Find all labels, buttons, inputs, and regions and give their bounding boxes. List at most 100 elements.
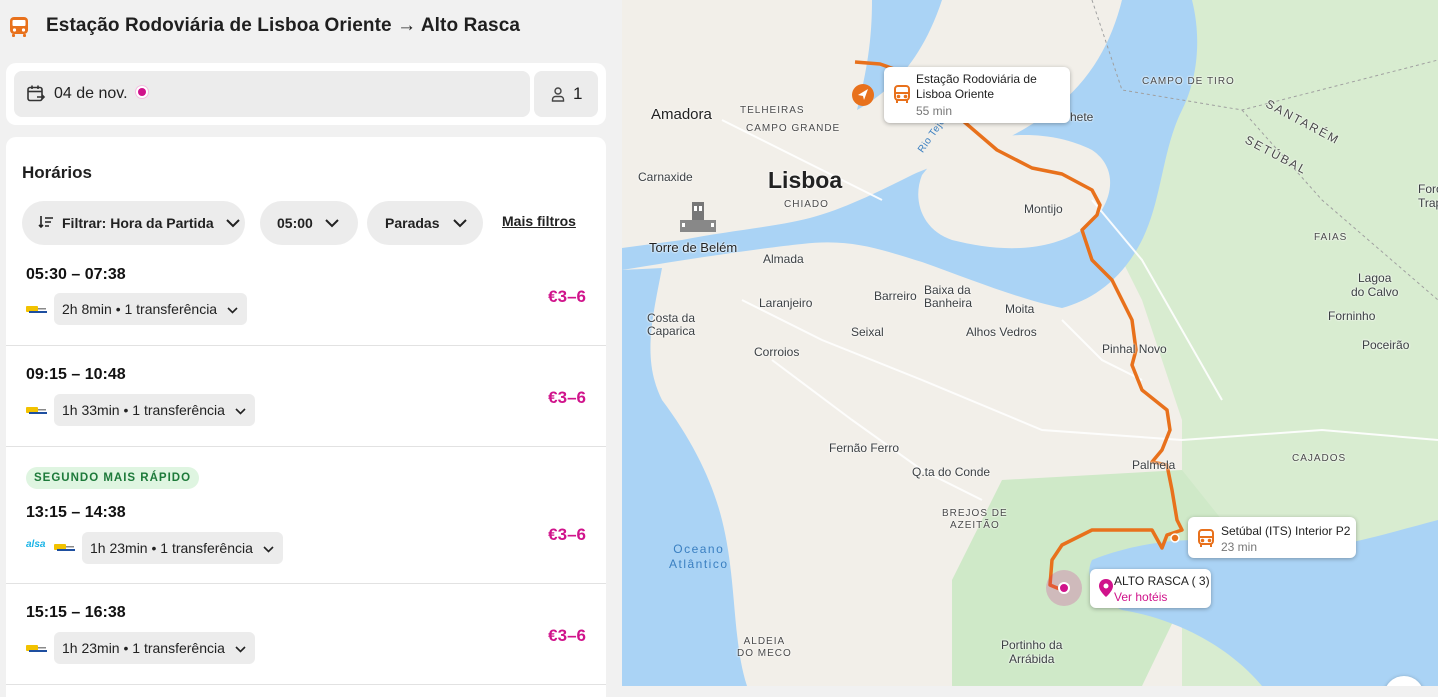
transfer-name: Setúbal (ITS) Interior P2 bbox=[1221, 524, 1351, 538]
map-label-moita: Moita bbox=[1005, 302, 1035, 316]
destination-callout[interactable]: ALTO RASCA ( 3) Ver hotéis bbox=[1090, 569, 1211, 608]
map-label-faias: FAIAS bbox=[1314, 232, 1348, 243]
trip-price: €3–6 bbox=[548, 287, 586, 306]
route-header: Estação Rodoviária de Lisboa Oriente → A… bbox=[0, 0, 622, 58]
map-label-oceano: Oceano Atlântico bbox=[669, 542, 729, 571]
map-label-seixal: Seixal bbox=[851, 325, 884, 339]
map-label-palmela: Palmela bbox=[1132, 458, 1176, 472]
map-label-barreiro: Barreiro bbox=[874, 289, 917, 303]
sort-filter-chip[interactable]: Filtrar: Hora da Partida bbox=[22, 201, 245, 245]
time-filter-label: 05:00 bbox=[277, 215, 313, 231]
chevron-down-icon bbox=[453, 215, 468, 231]
map-label-aldeia-meco: ALDEIA DO MECO bbox=[737, 636, 792, 659]
more-filters-link[interactable]: Mais filtros bbox=[502, 213, 576, 229]
date-value: 04 de nov. bbox=[54, 85, 128, 102]
calendar-arrows-icon bbox=[26, 84, 46, 109]
trip-price: €3–6 bbox=[548, 525, 586, 544]
map-label-laranjeiro: Laranjeiro bbox=[759, 296, 813, 310]
map-label-carnaxide: Carnaxide bbox=[638, 170, 693, 184]
stops-filter-label: Paradas bbox=[385, 215, 440, 231]
map-label-partial: hete bbox=[1070, 110, 1094, 124]
search-bar: 04 de nov. 1 bbox=[6, 63, 606, 125]
tower-landmark-icon bbox=[678, 198, 718, 241]
map-label-brejos-azeitao: BREJOS DE AZEITÃO bbox=[942, 508, 1008, 531]
map-label-chiado: CHIADO bbox=[784, 199, 829, 210]
route-map[interactable]: Amadora TELHEIRAS CAMPO GRANDE Carnaxide… bbox=[622, 0, 1438, 686]
alsa-logo: alsa bbox=[26, 539, 46, 550]
chevron-down-icon bbox=[227, 301, 238, 317]
fastest-badge: SEGUNDO MAIS RÁPIDO bbox=[26, 467, 200, 489]
map-label-portinho: Portinho da Arrábida bbox=[1001, 638, 1063, 666]
trip-times: 13:15 – 14:38 bbox=[26, 504, 126, 521]
bus-icon bbox=[8, 16, 30, 38]
trip-row[interactable]: SEGUNDO MAIS RÁPIDO 13:15 – 14:38 alsa 1… bbox=[6, 447, 606, 584]
transfer-callout[interactable]: Setúbal (ITS) Interior P2 23 min bbox=[1188, 517, 1356, 558]
operator-logo-icon bbox=[26, 642, 48, 660]
map-label-corroios: Corroios bbox=[754, 345, 800, 359]
map-label-poceirao: Poceirão bbox=[1362, 338, 1410, 352]
map-label-forninho: Forninho bbox=[1328, 309, 1376, 323]
results-panel: Estação Rodoviária de Lisboa Oriente → A… bbox=[0, 0, 622, 697]
passengers-selector[interactable]: 1 bbox=[534, 71, 598, 117]
chevron-down-icon bbox=[325, 215, 339, 231]
chevron-down-icon bbox=[235, 640, 246, 656]
trip-row[interactable]: 15:15 – 16:38 1h 23min • 1 transferência… bbox=[6, 584, 606, 685]
map-label-baixa-banheira: Baixa da Banheira bbox=[924, 283, 973, 310]
map-label-fernao-ferro: Fernão Ferro bbox=[829, 441, 900, 455]
trip-duration: 2h 8min • 1 transferência bbox=[62, 301, 218, 317]
map-label-almada: Almada bbox=[763, 252, 804, 266]
map-label-telheiras: TELHEIRAS bbox=[740, 105, 805, 116]
trip-row[interactable]: 05:30 – 07:38 2h 8min • 1 transferência … bbox=[6, 245, 606, 346]
map-label-alhos-vedros: Alhos Vedros bbox=[966, 325, 1037, 339]
operator-logo-icon bbox=[26, 404, 48, 422]
map-label-lagoa-calvo: Lagoa do Calvo bbox=[1351, 271, 1399, 299]
date-indicator-dot bbox=[137, 88, 146, 96]
trip-duration: 1h 23min • 1 transferência bbox=[62, 640, 225, 656]
trip-duration-chip[interactable]: 1h 23min • 1 transferência bbox=[82, 532, 283, 564]
origin-time: 55 min bbox=[916, 104, 953, 118]
trip-price: €3–6 bbox=[548, 388, 586, 407]
section-title: Horários bbox=[22, 163, 92, 182]
operator-logo-icon bbox=[54, 541, 76, 559]
time-filter-chip[interactable]: 05:00 bbox=[260, 201, 358, 245]
trip-duration-chip[interactable]: 2h 8min • 1 transferência bbox=[54, 293, 247, 325]
chevron-down-icon bbox=[263, 540, 274, 556]
map-label-campo-grande: CAMPO GRANDE bbox=[746, 123, 841, 134]
trip-duration: 1h 33min • 1 transferência bbox=[62, 402, 225, 418]
page-title: Estação Rodoviária de Lisboa Oriente → A… bbox=[46, 15, 521, 36]
map-label-amadora: Amadora bbox=[651, 106, 712, 123]
view-hotels-link[interactable]: Ver hotéis bbox=[1114, 590, 1167, 604]
bus-icon bbox=[893, 85, 911, 108]
trip-duration-chip[interactable]: 1h 23min • 1 transferência bbox=[54, 632, 255, 664]
trip-times: 05:30 – 07:38 bbox=[26, 266, 126, 283]
date-picker[interactable]: 04 de nov. bbox=[14, 71, 530, 117]
map-label-qta-conde: Q.ta do Conde bbox=[912, 465, 991, 479]
origin-name: Estação Rodoviária de Lisboa Oriente bbox=[916, 72, 1037, 101]
map-label-costa-caparica: Costa da Caparica bbox=[647, 311, 696, 338]
person-icon bbox=[550, 86, 566, 107]
trip-price: €3–6 bbox=[548, 626, 586, 645]
map-label-torre-belem: Torre de Belém bbox=[649, 240, 738, 255]
chevron-down-icon bbox=[235, 402, 246, 418]
schedule-list: Horários Filtrar: Hora da Partida 05:00 … bbox=[6, 137, 606, 697]
bus-icon bbox=[1197, 529, 1215, 552]
map-label-campo-tiro: CAMPO DE TIRO bbox=[1142, 76, 1235, 87]
trip-times: 15:15 – 16:38 bbox=[26, 604, 126, 621]
passenger-count: 1 bbox=[573, 84, 583, 103]
map-label-cajados: CAJADOS bbox=[1292, 453, 1347, 464]
stops-filter-chip[interactable]: Paradas bbox=[367, 201, 483, 245]
trip-row[interactable]: 09:15 – 10:48 1h 33min • 1 transferência… bbox=[6, 346, 606, 447]
transfer-time: 23 min bbox=[1221, 540, 1258, 554]
sort-filter-label: Filtrar: Hora da Partida bbox=[62, 215, 214, 231]
location-pin-icon bbox=[1099, 579, 1113, 600]
trip-duration-chip[interactable]: 1h 33min • 1 transferência bbox=[54, 394, 255, 426]
trip-times: 09:15 – 10:48 bbox=[26, 366, 126, 383]
map-label-montijo: Montijo bbox=[1024, 202, 1063, 216]
map-label-pinhal-novo: Pinhal Novo bbox=[1102, 342, 1167, 356]
destination-name: ALTO RASCA ( 3) bbox=[1114, 574, 1210, 588]
map-label-lisboa: Lisboa bbox=[768, 167, 843, 193]
chevron-down-icon bbox=[225, 215, 240, 231]
operator-logo-icon bbox=[26, 303, 48, 321]
origin-callout[interactable]: Estação Rodoviária de Lisboa Oriente 55 … bbox=[884, 67, 1070, 123]
trip-duration: 1h 23min • 1 transferência bbox=[90, 540, 253, 556]
